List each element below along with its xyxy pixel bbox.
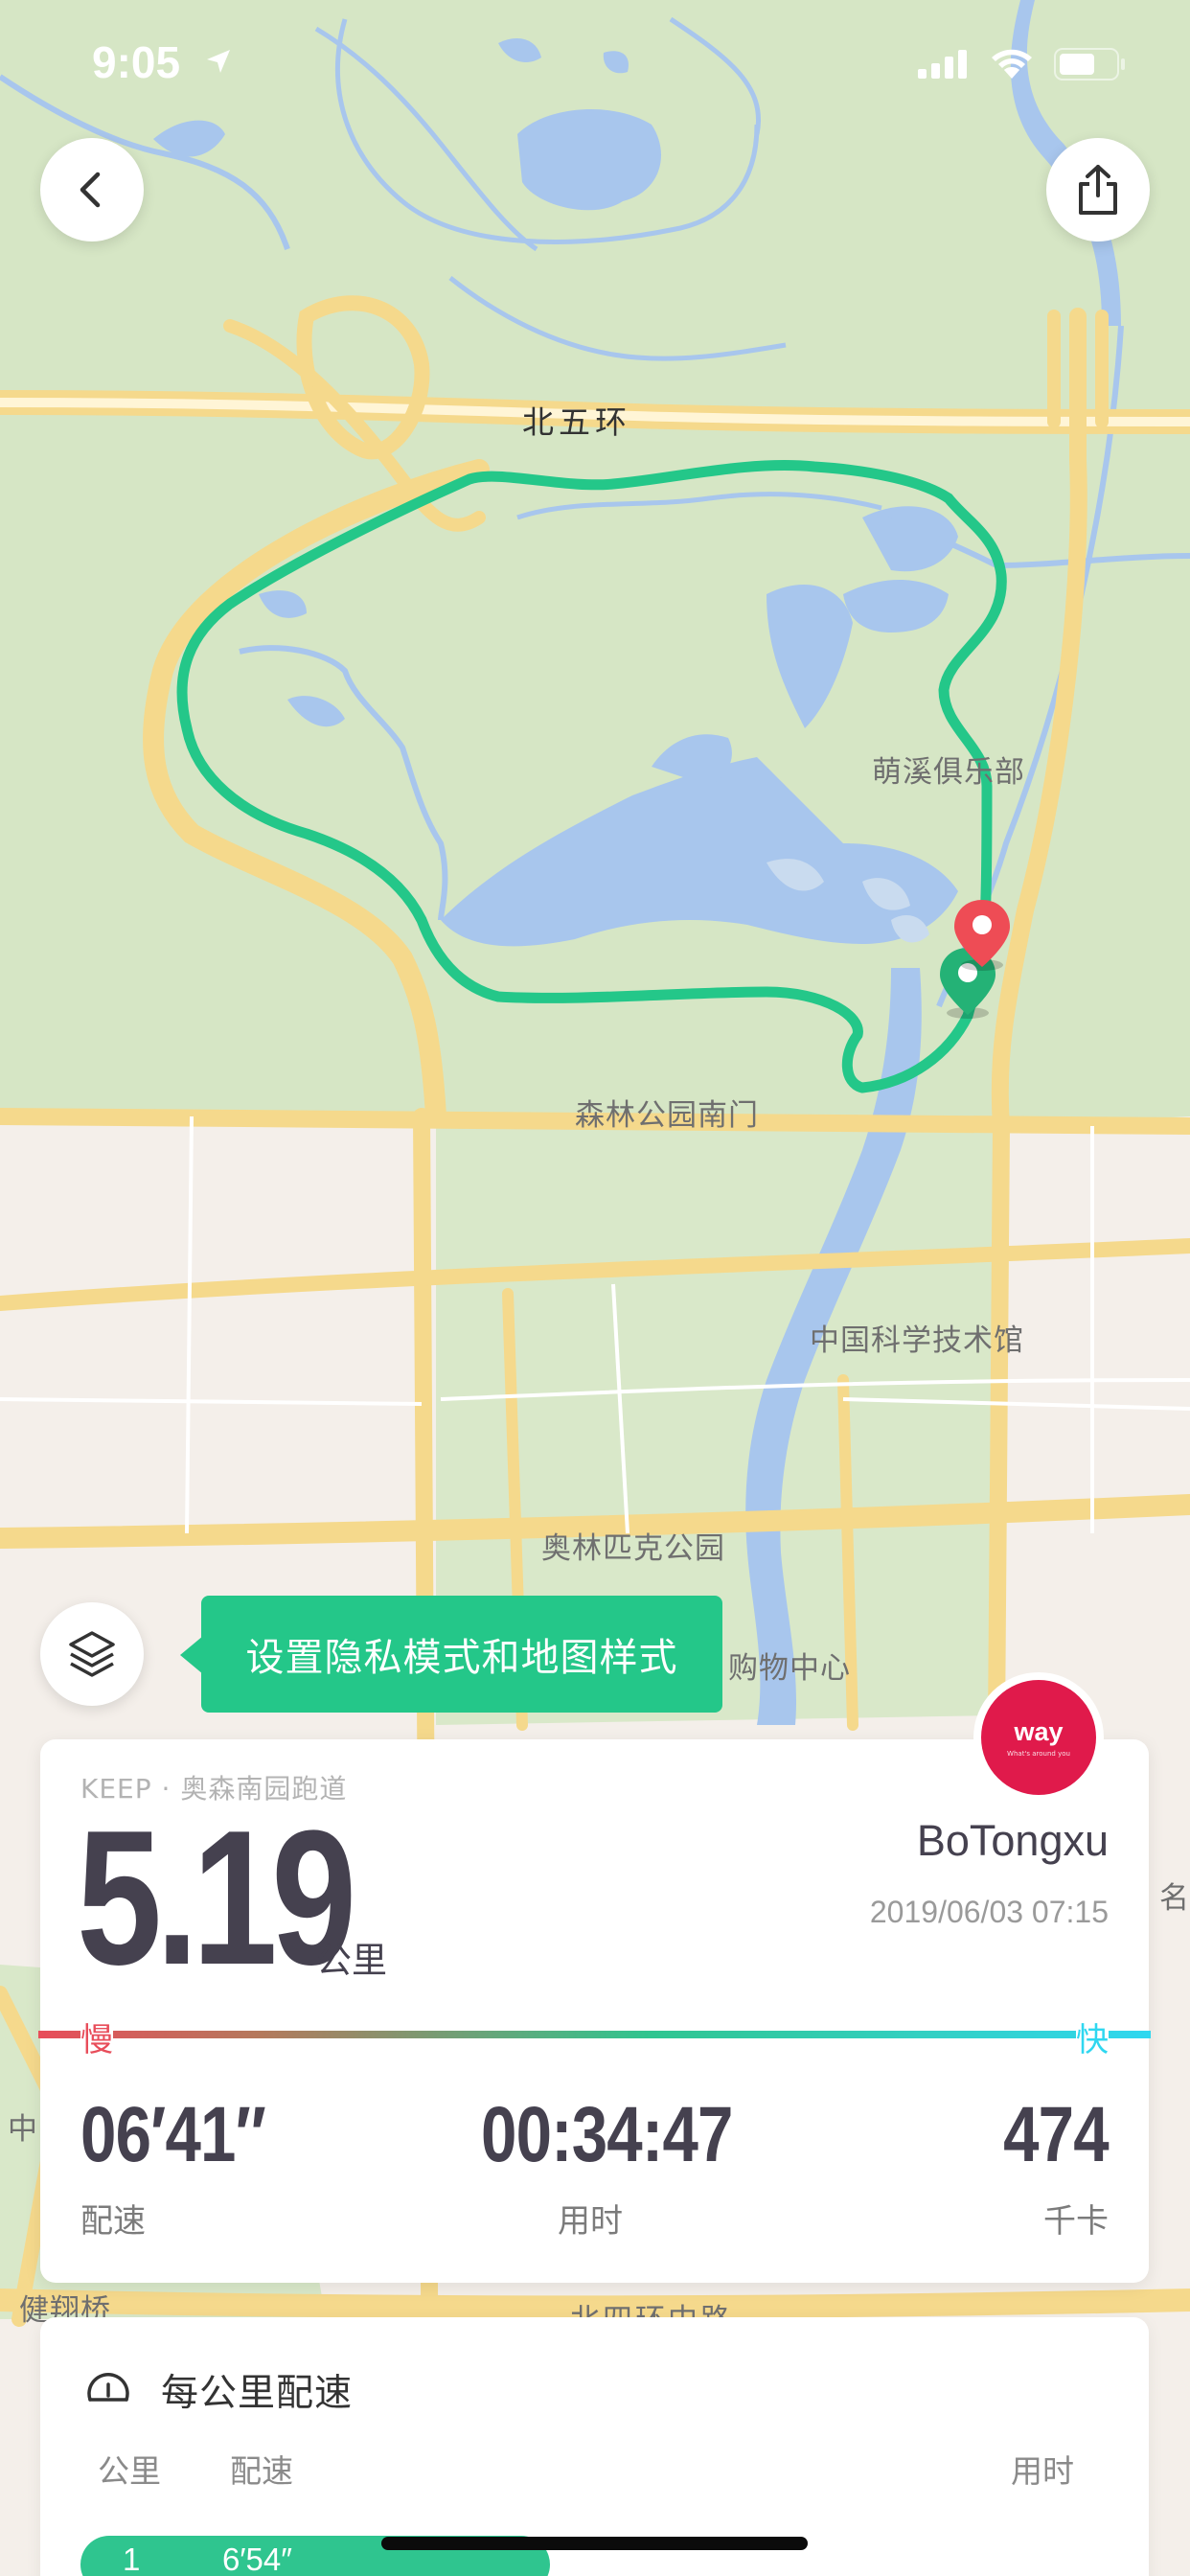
map-label-science-museum: 中国科学技术馆	[810, 1323, 1024, 1358]
wifi-icon	[992, 49, 1032, 79]
speed-gradient-bar	[38, 2031, 1151, 2038]
pace-row-km: 1	[123, 2542, 141, 2576]
map-label-south-gate: 森林公园南门	[575, 1098, 759, 1133]
map-label-edge-zhong: 中	[8, 2112, 38, 2147]
map-label-north-5th-ring: 北五环	[522, 403, 631, 441]
cellular-signal-icon	[918, 50, 967, 79]
calories-value: 474	[1003, 2091, 1110, 2178]
share-button[interactable]	[1046, 138, 1150, 242]
location-arrow-icon	[207, 50, 230, 73]
pace-section-title: 每公里配速	[161, 2372, 354, 2415]
layers-icon	[69, 1631, 115, 1677]
pace-row-pace: 6′54″	[222, 2542, 292, 2576]
back-button[interactable]	[40, 138, 144, 242]
speedometer-icon	[87, 2373, 129, 2402]
share-icon	[1079, 165, 1117, 215]
battery-icon	[1054, 48, 1125, 80]
speed-slow-label: 慢	[80, 2013, 113, 2060]
map-label-club: 萌溪俱乐部	[872, 755, 1025, 790]
brand-logo: way What's around you	[981, 1680, 1096, 1795]
map-label-shopping-center: 购物中心	[728, 1651, 851, 1686]
distance-value: 5.19	[77, 1791, 356, 2005]
duration-value: 00:34:47	[481, 2091, 733, 2178]
calories-label: 千卡	[1043, 2202, 1109, 2241]
brand-badge[interactable]: way What's around you	[973, 1672, 1104, 1803]
column-header-km: 公里	[98, 2452, 161, 2490]
chevron-left-icon	[80, 172, 101, 208]
map-layers-button[interactable]	[40, 1602, 144, 1706]
privacy-map-style-tooltip[interactable]: 设置隐私模式和地图样式	[180, 1596, 722, 1713]
duration-label: 用时	[558, 2202, 623, 2241]
column-header-pace: 配速	[230, 2452, 293, 2490]
speed-fast-label: 快	[1076, 2013, 1109, 2060]
pace-label: 配速	[80, 2202, 146, 2241]
status-time: 9:05	[92, 37, 181, 87]
run-summary-card: KEEP · 奥森南园跑道 5.19 公里 BoTongxu 2019/06/0…	[38, 1739, 1151, 2283]
map-label-olympic-park: 奥林匹克公园	[541, 1531, 725, 1566]
map-label-edge-ming: 名	[1159, 1881, 1190, 1916]
end-marker-icon	[954, 900, 1010, 971]
run-datetime: 2019/06/03 07:15	[869, 1895, 1109, 1929]
brand-logo-text: way	[1014, 1717, 1064, 1746]
column-header-time: 用时	[1011, 2452, 1074, 2490]
username: BoTongxu	[916, 1816, 1109, 1865]
home-indicator[interactable]	[381, 2537, 808, 2550]
distance-unit: 公里	[316, 1940, 387, 1981]
pace-value: 06′41″	[80, 2091, 266, 2178]
brand-logo-tagline: What's around you	[1007, 1750, 1070, 1758]
